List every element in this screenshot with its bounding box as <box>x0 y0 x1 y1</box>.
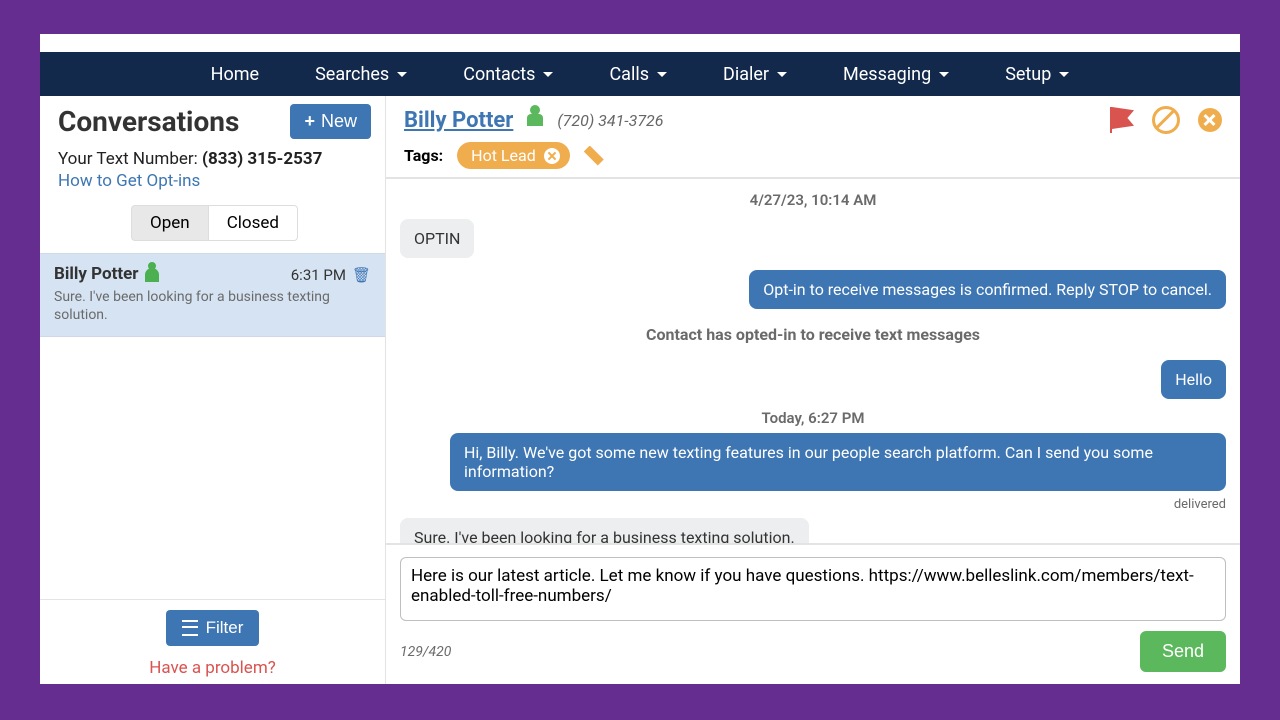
send-button[interactable]: Send <box>1140 631 1226 672</box>
conversation-time: 6:31 PM <box>291 266 346 284</box>
message-in: OPTIN <box>400 219 474 258</box>
text-number: Your Text Number: (833) 315-2537 <box>58 149 371 169</box>
conversation-preview: Sure. I've been looking for a business t… <box>54 288 371 324</box>
timestamp: 4/27/23, 10:14 AM <box>400 191 1226 209</box>
block-icon[interactable] <box>1152 106 1180 134</box>
chevron-down-icon <box>657 72 667 77</box>
delivered-status: delivered <box>400 497 1226 512</box>
tab-closed[interactable]: Closed <box>209 205 298 241</box>
conversation-item[interactable]: Billy Potter 6:31 PM 🗑 Sure. I've been lo… <box>40 253 385 337</box>
plus-icon: + <box>304 111 315 132</box>
nav-messaging[interactable]: Messaging <box>843 64 949 85</box>
message-in: Sure. I've been looking for a business t… <box>400 518 809 543</box>
tag-hot-lead[interactable]: Hot Lead <box>457 142 570 169</box>
conversations-title: Conversations <box>58 105 239 138</box>
nav-contacts[interactable]: Contacts <box>463 64 553 85</box>
optins-link[interactable]: How to Get Opt-ins <box>58 171 371 191</box>
person-icon <box>145 268 159 282</box>
tags-label: Tags: <box>404 146 443 165</box>
nav-setup[interactable]: Setup <box>1005 64 1069 85</box>
conversation-name: Billy Potter <box>54 264 139 284</box>
nav-dialer[interactable]: Dialer <box>723 64 787 85</box>
nav-calls[interactable]: Calls <box>609 64 667 85</box>
remove-tag-icon[interactable] <box>544 148 560 164</box>
filter-icon <box>182 620 198 636</box>
flag-icon[interactable] <box>1110 107 1134 133</box>
new-conversation-button[interactable]: +New <box>290 104 371 139</box>
tab-open[interactable]: Open <box>131 205 209 241</box>
person-icon <box>527 114 543 126</box>
trash-icon[interactable]: 🗑 <box>352 266 371 284</box>
message-out: Hi, Billy. We've got some new texting fe… <box>450 433 1226 491</box>
chevron-down-icon <box>543 72 553 77</box>
compose-input[interactable] <box>400 557 1226 621</box>
chevron-down-icon <box>777 72 787 77</box>
message-out: Hello <box>1161 360 1226 399</box>
chat-panel: Billy Potter (720) 341-3726 Tags: Hot Le… <box>386 96 1240 684</box>
problem-link[interactable]: Have a problem? <box>40 658 385 678</box>
contact-name-link[interactable]: Billy Potter <box>404 108 513 133</box>
system-message: Contact has opted-in to receive text mes… <box>400 325 1226 344</box>
filter-button[interactable]: Filter <box>166 610 260 646</box>
message-out: Opt-in to receive messages is confirmed.… <box>749 270 1226 309</box>
chevron-down-icon <box>1059 72 1069 77</box>
timestamp: Today, 6:27 PM <box>400 409 1226 427</box>
sidebar: Conversations +New Your Text Number: (83… <box>40 96 386 684</box>
chevron-down-icon <box>939 72 949 77</box>
nav-home[interactable]: Home <box>211 64 259 85</box>
add-tag-icon[interactable] <box>584 146 604 166</box>
contact-phone: (720) 341-3726 <box>557 111 663 130</box>
char-count: 129/420 <box>400 644 451 660</box>
close-icon[interactable] <box>1198 108 1222 132</box>
chevron-down-icon <box>397 72 407 77</box>
nav-searches[interactable]: Searches <box>315 64 407 85</box>
top-nav: Home Searches Contacts Calls Dialer Mess… <box>40 52 1240 96</box>
